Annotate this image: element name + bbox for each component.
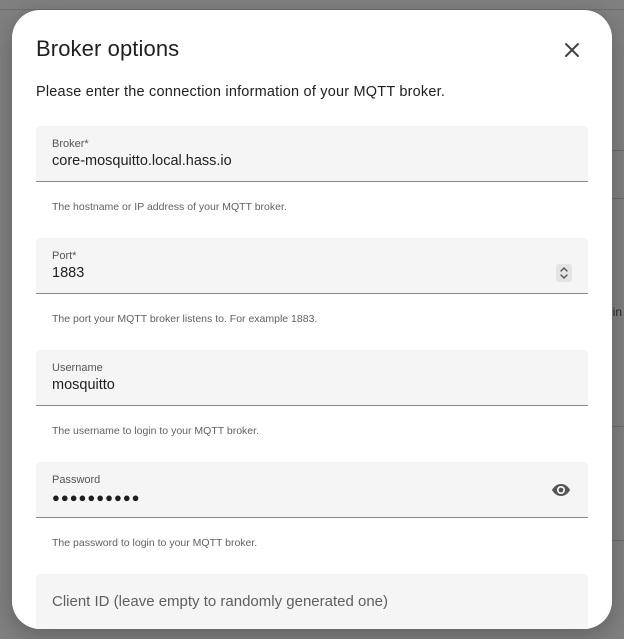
broker-helper: The hostname or IP address of your MQTT … xyxy=(52,201,287,213)
port-stepper[interactable] xyxy=(556,264,572,282)
username-value[interactable]: mosquitto xyxy=(52,377,115,393)
username-helper: The username to login to your MQTT broke… xyxy=(52,425,259,437)
password-field[interactable]: Password ●●●●●●●●●● xyxy=(36,462,588,518)
close-button[interactable] xyxy=(556,34,588,66)
client-id-field[interactable]: Client ID (leave empty to randomly gener… xyxy=(36,574,588,629)
dialog-description: Please enter the connection information … xyxy=(36,84,446,100)
background-text-fragment: in xyxy=(612,305,622,319)
password-value[interactable]: ●●●●●●●●●● xyxy=(52,490,141,505)
broker-label: Broker* xyxy=(52,138,89,150)
port-label: Port* xyxy=(52,250,77,262)
password-visibility-toggle[interactable] xyxy=(550,482,572,498)
port-helper: The port your MQTT broker listens to. Fo… xyxy=(52,313,318,325)
spinner-arrows-icon xyxy=(560,267,568,279)
username-field[interactable]: Username mosquitto xyxy=(36,350,588,406)
client-id-placeholder: Client ID (leave empty to randomly gener… xyxy=(52,593,389,610)
port-value[interactable]: 1883 xyxy=(52,265,84,281)
username-label: Username xyxy=(52,362,103,374)
password-label: Password xyxy=(52,474,101,486)
broker-options-dialog: Broker options Please enter the connecti… xyxy=(12,10,612,629)
port-field[interactable]: Port* 1883 xyxy=(36,238,588,294)
dialog-title: Broker options xyxy=(36,36,180,61)
password-helper: The password to login to your MQTT broke… xyxy=(52,537,258,549)
eye-icon xyxy=(552,484,570,496)
close-icon xyxy=(565,43,579,57)
broker-field[interactable]: Broker* core-mosquitto.local.hass.io xyxy=(36,126,588,182)
broker-value[interactable]: core-mosquitto.local.hass.io xyxy=(52,153,232,169)
